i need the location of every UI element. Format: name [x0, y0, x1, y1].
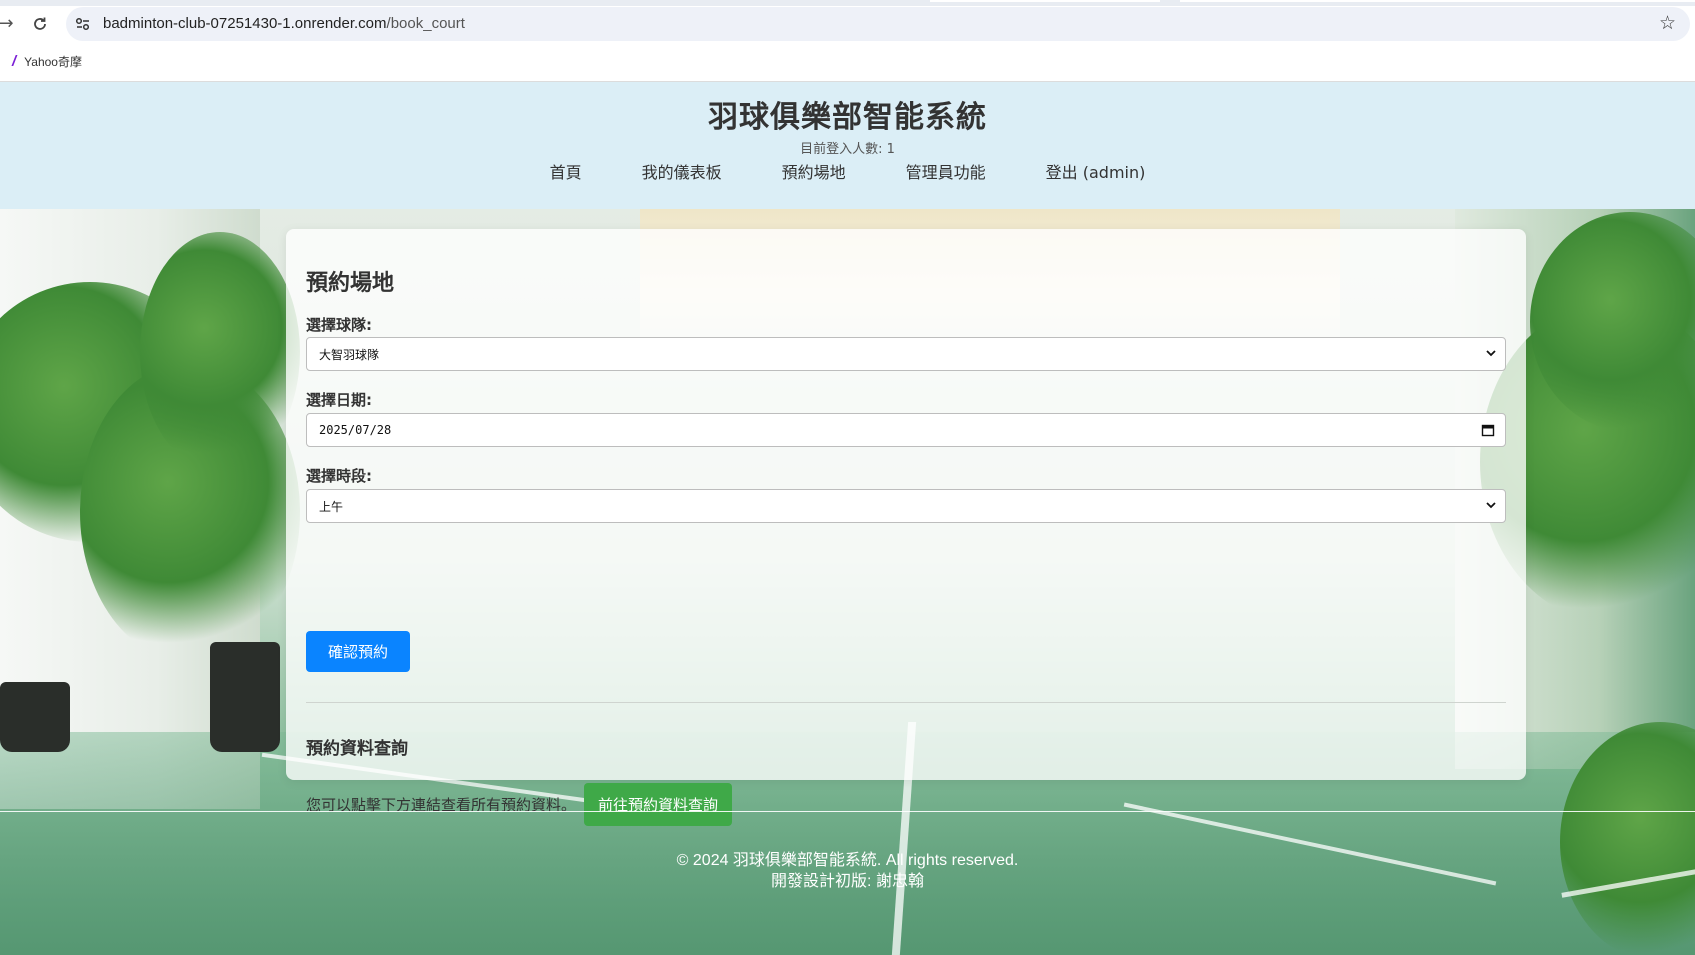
team-select[interactable]: 大智羽球隊 [306, 337, 1506, 371]
go-to-query-button[interactable]: 前往預約資料查詢 [584, 783, 733, 826]
slot-select-value: 上午 [319, 499, 344, 514]
site-footer: © 2024 羽球俱樂部智能系統. All rights reserved. 開… [0, 850, 1695, 892]
url-text[interactable]: badminton-club-07251430-1.onrender.com/b… [103, 15, 465, 32]
calendar-icon[interactable] [1481, 423, 1495, 437]
booking-heading: 預約場地 [306, 271, 395, 296]
site-settings-icon[interactable] [74, 15, 92, 33]
chevron-down-icon [1486, 502, 1496, 509]
nav-book-court[interactable]: 預約場地 [752, 162, 876, 184]
site-title: 羽球俱樂部智能系統 [708, 100, 987, 135]
query-heading: 預約資料查詢 [306, 739, 408, 759]
confirm-booking-button[interactable]: 確認預約 [306, 631, 410, 672]
footer-copyright: © 2024 羽球俱樂部智能系統. All rights reserved. [676, 852, 1019, 869]
address-bar[interactable]: badminton-club-07251430-1.onrender.com/b… [66, 7, 1690, 41]
nav-logout[interactable]: 登出 (admin) [1016, 162, 1176, 184]
footer-divider [0, 811, 1695, 812]
bookmark-yahoo[interactable]: / Yahoo奇摩 [12, 52, 82, 70]
date-input-value: 2025/07/28 [319, 423, 392, 437]
nav-admin[interactable]: 管理員功能 [876, 162, 1016, 184]
page: 羽球俱樂部智能系統 目前登入人數: 1 首頁 我的儀表板 預約場地 管理員功能 … [0, 82, 1695, 955]
bookmark-star-icon[interactable]: ☆ [1659, 12, 1676, 34]
slot-select[interactable]: 上午 [306, 489, 1506, 523]
nav-dashboard[interactable]: 我的儀表板 [612, 162, 752, 184]
section-divider [306, 702, 1506, 703]
reload-icon[interactable] [28, 12, 52, 36]
slot-label: 選擇時段: [306, 467, 372, 485]
yahoo-logo-icon: / [12, 52, 17, 70]
query-row: 您可以點擊下方連結查看所有預約資料。 前往預約資料查詢 [306, 783, 733, 826]
bookmark-label: Yahoo奇摩 [24, 54, 82, 69]
nav-home[interactable]: 首頁 [520, 162, 612, 184]
browser-chrome: → badminton-club-07251430-1.onrender.com… [0, 0, 1695, 82]
team-select-value: 大智羽球隊 [319, 347, 380, 362]
date-input[interactable]: 2025/07/28 [306, 413, 1506, 447]
tab-strip [0, 0, 1695, 6]
booking-card: 預約場地 選擇球隊: 大智羽球隊 選擇日期: 2025/07/28 選擇時段: … [286, 229, 1526, 826]
chevron-down-icon [1486, 350, 1496, 357]
date-label: 選擇日期: [306, 391, 372, 409]
site-header: 羽球俱樂部智能系統 目前登入人數: 1 首頁 我的儀表板 預約場地 管理員功能 … [0, 82, 1695, 209]
team-label: 選擇球隊: [306, 316, 372, 334]
main-nav: 首頁 我的儀表板 預約場地 管理員功能 登出 (admin) [0, 162, 1695, 184]
login-count: 目前登入人數: 1 [800, 142, 895, 157]
footer-credit: 開發設計初版: 謝忠翰 [771, 873, 924, 890]
forward-icon[interactable]: → [0, 12, 18, 36]
